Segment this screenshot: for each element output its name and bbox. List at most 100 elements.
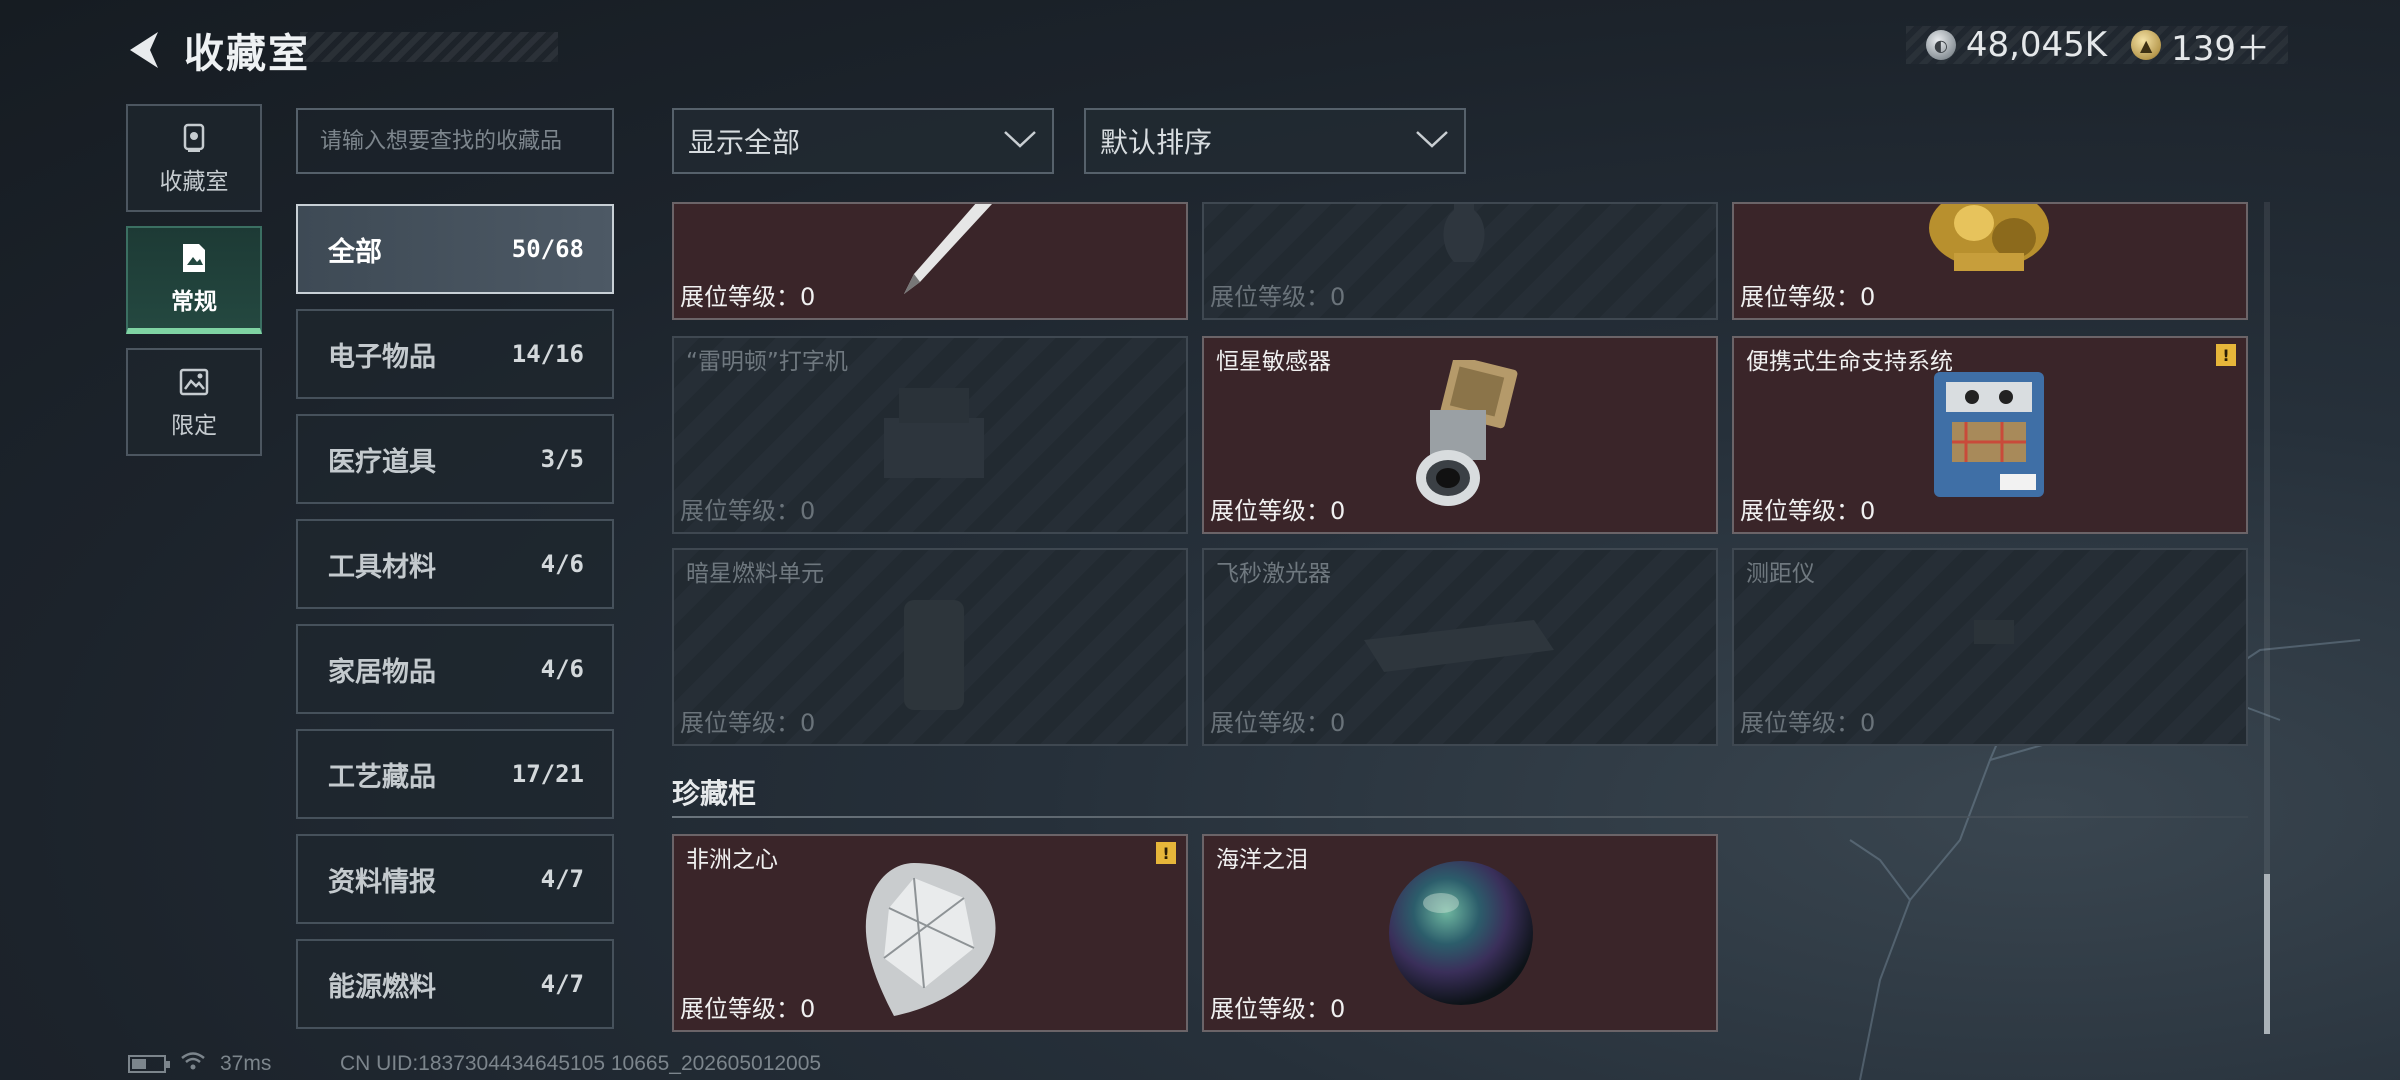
scrollbar[interactable]	[2264, 202, 2270, 1034]
document-icon	[176, 240, 212, 276]
display-level-label: 展位等级：	[680, 497, 800, 525]
display-level: 展位等级：0	[1210, 989, 1345, 1024]
item-name: 恒星敏感器	[1216, 349, 1331, 375]
display-level-value: 0	[800, 497, 816, 525]
rail-item-limited[interactable]: 限定	[126, 348, 262, 456]
currency-bar: ◐ 48,045K ▲ 139＋	[1905, 25, 2288, 69]
display-level-value: 0	[1330, 283, 1346, 311]
pearl-icon	[1389, 861, 1533, 1005]
category-name: 工具材料	[328, 551, 436, 583]
category-household[interactable]: 家居物品 4/6	[296, 624, 614, 714]
filter-dropdown[interactable]: 显示全部	[672, 108, 1054, 174]
category-list: 全部 50/68 电子物品 14/16 医疗道具 3/5 工具材料 4/6 家居物品 4/…	[296, 204, 614, 1044]
item-name: “雷明顿”打字机	[686, 349, 848, 375]
category-tools[interactable]: 工具材料 4/6	[296, 519, 614, 609]
display-level-label: 展位等级：	[680, 995, 800, 1023]
collection-card[interactable]: 暗星燃料单元 展位等级：0	[672, 548, 1188, 746]
item-name: 暗星燃料单元	[686, 561, 824, 587]
header: 收藏室	[120, 20, 310, 80]
category-name: 全部	[328, 236, 382, 268]
section-title: 珍藏柜	[672, 777, 757, 810]
wifi-icon	[180, 1051, 206, 1077]
display-level: 展位等级：0	[1210, 277, 1345, 312]
category-intel[interactable]: 资料情报 4/7	[296, 834, 614, 924]
display-level: 展位等级：0	[1740, 277, 1875, 312]
category-all[interactable]: 全部 50/68	[296, 204, 614, 294]
category-count: 4/6	[540, 655, 584, 683]
collection-card[interactable]: 展位等级：0	[1202, 202, 1718, 320]
item-name: 飞秒激光器	[1216, 561, 1331, 587]
item-name: 测距仪	[1746, 561, 1815, 587]
pen-icon	[904, 204, 992, 294]
rangefinder-icon	[1974, 620, 2014, 644]
display-level-label: 展位等级：	[680, 283, 800, 311]
fuel-cell-icon	[904, 600, 964, 710]
golden-statue-icon	[1929, 204, 2049, 271]
category-count: 4/7	[540, 865, 584, 893]
rail-item-label: 常规	[171, 289, 217, 315]
display-level: 展位等级：0	[680, 989, 815, 1024]
category-energy[interactable]: 能源燃料 4/7	[296, 939, 614, 1029]
display-level-label: 展位等级：	[1210, 497, 1330, 525]
category-count: 4/7	[540, 970, 584, 998]
display-level-value: 0	[1330, 497, 1346, 525]
category-electronics[interactable]: 电子物品 14/16	[296, 309, 614, 399]
display-level-value: 0	[1860, 283, 1876, 311]
laser-icon	[1364, 620, 1554, 672]
category-name: 电子物品	[328, 341, 436, 373]
collection-card[interactable]: 测距仪 展位等级：0	[1732, 548, 2248, 746]
display-level-value: 0	[800, 709, 816, 737]
display-level-label: 展位等级：	[1740, 709, 1860, 737]
sort-dropdown-value: 默认排序	[1100, 126, 1213, 159]
photo-icon	[176, 364, 212, 400]
title-decoration	[300, 32, 558, 62]
typewriter-icon	[884, 388, 984, 478]
display-level-label: 展位等级：	[1210, 283, 1330, 311]
collection-card[interactable]: “雷明顿”打字机 展位等级：0	[672, 336, 1188, 534]
search-input[interactable]	[320, 128, 590, 154]
collection-card[interactable]: 便携式生命支持系统 ! 展位等级：0	[1732, 336, 2248, 534]
rail-item-label: 收藏室	[159, 169, 229, 195]
category-name: 医疗道具	[328, 446, 436, 478]
collection-card[interactable]: 飞秒激光器 展位等级：0	[1202, 548, 1718, 746]
warning-icon: !	[1156, 842, 1176, 864]
treasure-card[interactable]: 非洲之心 ! 展位等级：0	[672, 834, 1188, 1032]
treasure-card[interactable]: 海洋之泪 展位等级：0	[1202, 834, 1718, 1032]
scrollbar-thumb[interactable]	[2264, 874, 2270, 1034]
display-level-value: 0	[800, 995, 816, 1023]
display-level: 展位等级：0	[1740, 491, 1875, 526]
display-level-label: 展位等级：	[1210, 709, 1330, 737]
display-level-value: 0	[1860, 497, 1876, 525]
category-name: 工艺藏品	[328, 761, 436, 793]
page-title: 收藏室	[184, 31, 310, 77]
category-count: 17/21	[511, 760, 584, 788]
display-level-value: 0	[1330, 709, 1346, 737]
gold-currency-value[interactable]: 139＋	[2171, 21, 2270, 70]
display-level: 展位等级：0	[1740, 703, 1875, 738]
vase-icon	[1443, 204, 1485, 262]
display-level-value: 0	[800, 283, 816, 311]
category-name: 家居物品	[328, 656, 436, 688]
collection-card[interactable]: 展位等级：0	[1732, 202, 2248, 320]
rail-item-collection-room[interactable]: 收藏室	[126, 104, 262, 212]
category-count: 50/68	[511, 235, 584, 263]
collection-card[interactable]: 展位等级：0	[672, 202, 1188, 320]
life-support-icon	[1934, 372, 2044, 497]
gold-coin-icon: ▲	[2131, 30, 2162, 60]
category-crafts[interactable]: 工艺藏品 17/21	[296, 729, 614, 819]
category-name: 资料情报	[328, 866, 436, 898]
category-name: 能源燃料	[328, 971, 436, 1003]
collection-card[interactable]: 恒星敏感器 展位等级：0	[1202, 336, 1718, 534]
star-sensor-icon	[1416, 360, 1518, 506]
display-level: 展位等级：0	[1210, 491, 1345, 526]
display-level-value: 0	[1330, 995, 1346, 1023]
category-medical[interactable]: 医疗道具 3/5	[296, 414, 614, 504]
back-arrow-icon[interactable]	[120, 26, 168, 74]
warning-icon: !	[2216, 344, 2236, 366]
display-level-label: 展位等级：	[1740, 497, 1860, 525]
display-level: 展位等级：0	[680, 277, 815, 312]
rail-item-regular[interactable]: 常规	[126, 226, 262, 334]
sort-dropdown[interactable]: 默认排序	[1084, 108, 1466, 174]
battery-icon	[128, 1055, 170, 1073]
display-level-value: 0	[1860, 709, 1876, 737]
